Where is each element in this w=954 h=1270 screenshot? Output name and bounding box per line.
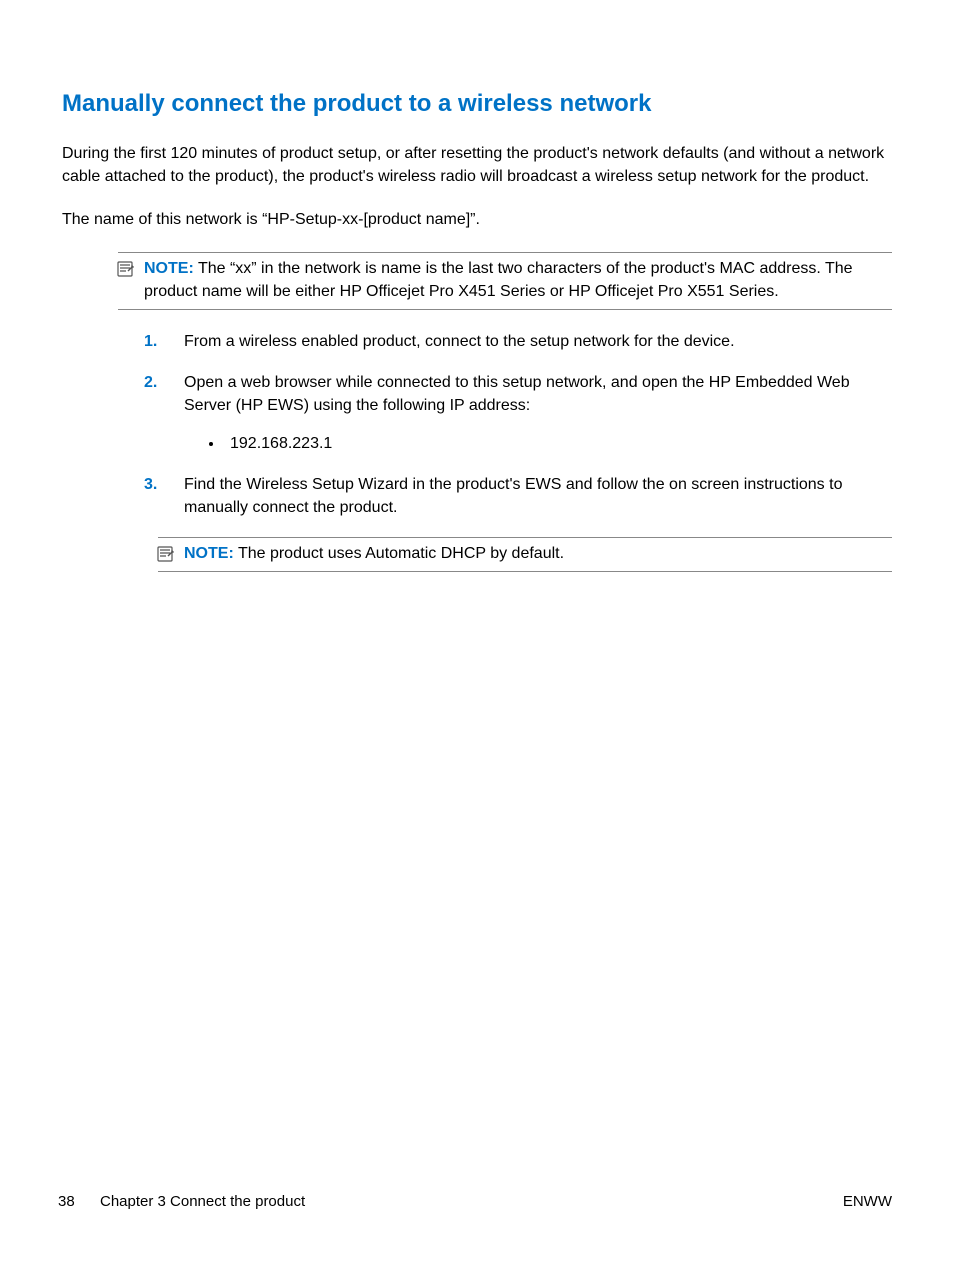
document-page: Manually connect the product to a wirele…	[0, 0, 954, 572]
step-text: From a wireless enabled product, connect…	[184, 333, 735, 350]
step-text: Open a web browser while connected to th…	[184, 374, 850, 414]
body-paragraph: The name of this network is “HP-Setup-xx…	[62, 208, 892, 231]
step-item: From a wireless enabled product, connect…	[144, 330, 892, 353]
step-text: Find the Wireless Setup Wizard in the pr…	[184, 476, 842, 516]
sub-bullet-item: 192.168.223.1	[224, 432, 892, 455]
note-icon	[156, 544, 176, 569]
body-paragraph: During the first 120 minutes of product …	[62, 142, 892, 188]
ordered-steps: From a wireless enabled product, connect…	[62, 330, 892, 519]
note-text: The product uses Automatic DHCP by defau…	[238, 545, 564, 562]
note-icon	[116, 259, 136, 284]
note-text: The “xx” in the network is name is the l…	[144, 260, 853, 300]
step-item: Open a web browser while connected to th…	[144, 371, 892, 455]
chapter-label: Chapter 3 Connect the product	[100, 1193, 305, 1210]
step-item: Find the Wireless Setup Wizard in the pr…	[144, 473, 892, 519]
note-label: NOTE:	[144, 260, 194, 277]
note-label: NOTE:	[184, 545, 234, 562]
section-heading: Manually connect the product to a wirele…	[62, 90, 892, 118]
note-block: NOTE: The product uses Automatic DHCP by…	[158, 537, 892, 572]
note-block: NOTE: The “xx” in the network is name is…	[118, 252, 892, 310]
page-footer: 38 Chapter 3 Connect the product ENWW	[58, 1193, 892, 1210]
page-number: 38	[58, 1193, 82, 1210]
language-code: ENWW	[843, 1193, 892, 1210]
sub-bullet-list: 192.168.223.1	[224, 432, 892, 455]
